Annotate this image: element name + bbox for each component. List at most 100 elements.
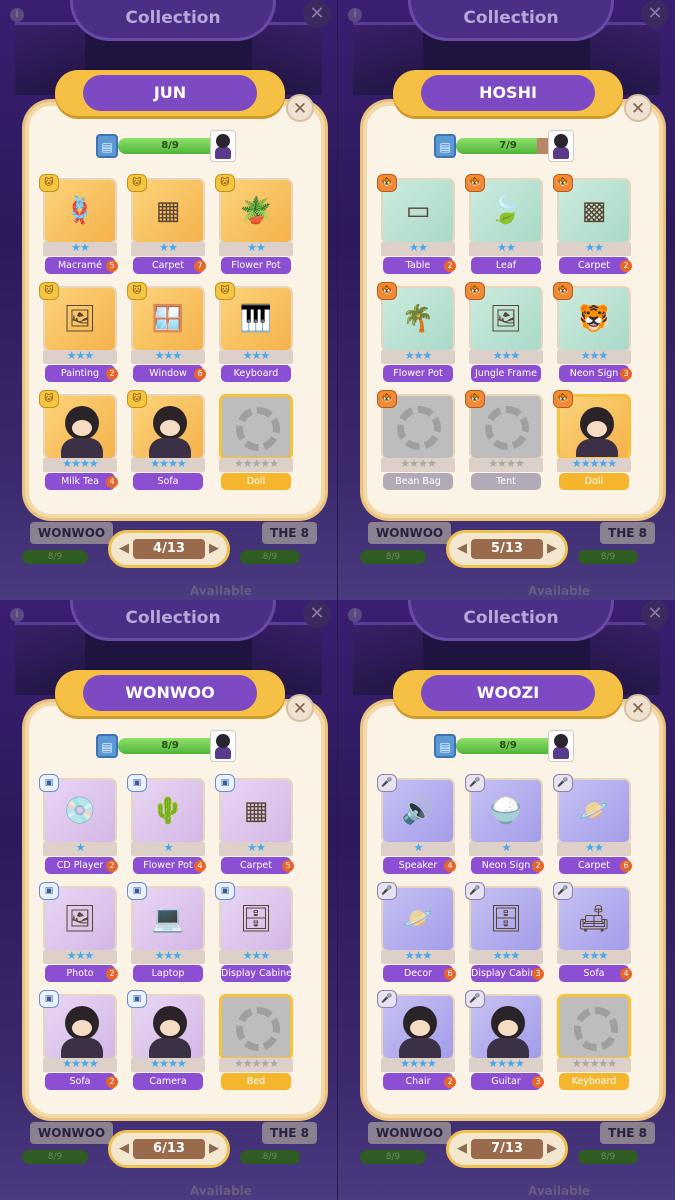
previous-arrow-icon[interactable]: ◀: [119, 541, 129, 556]
bg-member-name: THE 8: [262, 1122, 317, 1144]
collection-item-card[interactable]: ▩ 🐯 ★★ Carpet 2: [553, 174, 632, 276]
collection-item-card[interactable]: 🪴 🐱 ★★ Flower Pot: [215, 174, 293, 276]
progress-text: 8/9: [499, 740, 517, 751]
bg-progress: 8/9: [240, 550, 300, 564]
close-icon[interactable]: ✕: [624, 694, 652, 722]
item-art-icon: 🖼: [489, 304, 523, 334]
next-arrow-icon[interactable]: ▶: [209, 1141, 219, 1156]
collection-item-card[interactable]: 🐱 ★★★★ Milk Tea 4: [39, 390, 118, 492]
collection-book-icon: ▤: [434, 134, 456, 158]
progress-text: 8/9: [161, 740, 179, 751]
collection-progress: ▤ 7/9: [434, 130, 584, 162]
phone-icon: ▣: [127, 774, 147, 792]
member-avatar: [210, 730, 236, 762]
collection-item-card[interactable]: 🖼 🐱 ★★★ Painting 2: [39, 282, 118, 384]
collection-item-card[interactable]: ★★★★★ Bed: [219, 994, 293, 1092]
collection-item-card[interactable]: 🎹 🐱 ★★★ Keyboard: [215, 282, 293, 384]
close-icon[interactable]: ✕: [641, 600, 669, 628]
page-navigator: ◀ 5/13 ▶: [446, 530, 568, 568]
collection-item-card[interactable]: ★★★★★ Keyboard: [557, 994, 631, 1092]
locked-gear-icon: [236, 407, 280, 451]
item-label: Neon Sign: [471, 857, 541, 874]
item-art-icon: ▦: [155, 196, 181, 226]
collection-item-card[interactable]: 🐯 ★★★★ Tent: [465, 390, 543, 492]
next-arrow-icon[interactable]: ▶: [547, 1141, 557, 1156]
item-label: Keyboard: [559, 1073, 629, 1090]
collection-item-card[interactable]: 🐯 ★★★★ Bean Bag: [377, 390, 455, 492]
star-rating: ★★★★★: [571, 457, 617, 470]
collection-item-card[interactable]: 🐱 ★★★★ Sofa: [127, 390, 205, 492]
collection-item-card[interactable]: 🍚 🎤 ★ Neon Sign 2: [465, 774, 544, 876]
collection-item-card[interactable]: ▭ 🐯 ★★ Table 2: [377, 174, 456, 276]
collection-item-card[interactable]: ▦ ▣ ★★ Carpet 5: [215, 774, 294, 876]
item-label: Carpet: [559, 857, 629, 874]
microphone-icon: 🎤: [465, 990, 485, 1008]
previous-arrow-icon[interactable]: ◀: [119, 1141, 129, 1156]
item-label: Speaker: [383, 857, 453, 874]
collection-item-card[interactable]: 🪐 🎤 ★★★ Decor 6: [377, 882, 456, 984]
item-art-icon: 🪢: [63, 196, 97, 226]
previous-arrow-icon[interactable]: ◀: [457, 541, 467, 556]
cat-icon: 🐱: [39, 282, 59, 300]
collection-item-card[interactable]: 🪢 🐱 ★★ Macramé 5: [39, 174, 118, 276]
collection-item-card[interactable]: 🔊 🎤 ★ Speaker 4: [377, 774, 456, 876]
bg-member-name: THE 8: [600, 1122, 655, 1144]
progress-text: 8/9: [161, 140, 179, 151]
info-icon[interactable]: i: [348, 608, 362, 622]
collection-item-card[interactable]: 🌵 ▣ ★ Flower Pot 4: [127, 774, 206, 876]
close-icon[interactable]: ✕: [286, 694, 314, 722]
item-art-icon: 🔊: [401, 796, 435, 826]
info-icon[interactable]: i: [10, 8, 24, 22]
item-count-badge: 6: [194, 368, 206, 380]
member-figure-icon: [153, 406, 187, 440]
star-rating: ★★★★: [150, 457, 186, 470]
collection-book-icon: ▤: [96, 134, 118, 158]
bg-progress: 8/9: [22, 550, 88, 564]
collection-item-card[interactable]: 🐯 🐯 ★★★ Neon Sign 3: [553, 282, 632, 384]
collection-item-card[interactable]: ★★★★★ Doll: [219, 394, 293, 492]
close-icon[interactable]: ✕: [303, 0, 331, 28]
collection-item-card[interactable]: ▣ ★★★★ Camera: [127, 990, 205, 1092]
collection-item-card[interactable]: 🖼 🐯 ★★★ Jungle Frame: [465, 282, 543, 384]
close-icon[interactable]: ✕: [624, 94, 652, 122]
info-icon[interactable]: i: [10, 608, 24, 622]
item-art-icon: ▭: [405, 196, 431, 226]
collection-item-card[interactable]: 🪐 🎤 ★★ Carpet 6: [553, 774, 632, 876]
item-count-badge: 2: [106, 368, 118, 380]
tiger-icon: 🐯: [465, 390, 485, 408]
previous-arrow-icon[interactable]: ◀: [457, 1141, 467, 1156]
collection-item-card[interactable]: 🍃 🐯 ★★ Leaf: [465, 174, 543, 276]
collection-item-card[interactable]: 🌴 🐯 ★★★ Flower Pot: [377, 282, 455, 384]
microphone-icon: 🎤: [377, 882, 397, 900]
next-arrow-icon[interactable]: ▶: [547, 541, 557, 556]
phone-icon: ▣: [215, 882, 235, 900]
cat-icon: 🐱: [127, 174, 147, 192]
next-arrow-icon[interactable]: ▶: [209, 541, 219, 556]
item-label: Decor: [383, 965, 453, 982]
collection-item-card[interactable]: ▦ 🐱 ★★ Carpet 7: [127, 174, 206, 276]
collection-item-card[interactable]: 🎤 ★★★★ Guitar 3: [465, 990, 544, 1092]
member-name: WOOZI: [421, 675, 595, 711]
collection-item-card[interactable]: 🐯 ★★★★★ Doll: [553, 390, 631, 492]
collection-item-card[interactable]: 🛋 🎤 ★★★ Sofa 4: [553, 882, 632, 984]
collection-item-card[interactable]: 💻 ▣ ★★★ Laptop: [127, 882, 205, 984]
bg-member-name: WONWOO: [30, 1122, 114, 1144]
item-count-badge: 6: [620, 860, 632, 872]
collection-item-card[interactable]: ▣ ★★★★ Sofa 2: [39, 990, 118, 1092]
close-icon[interactable]: ✕: [641, 0, 669, 28]
collection-item-card[interactable]: 🪟 🐱 ★★★ Window 6: [127, 282, 206, 384]
bg-available-label: Available: [190, 584, 252, 598]
close-icon[interactable]: ✕: [303, 600, 331, 628]
info-icon[interactable]: i: [348, 8, 362, 22]
collection-item-card[interactable]: 🗄 ▣ ★★★ Display Cabinet: [215, 882, 293, 984]
item-label: Flower Pot: [221, 257, 291, 274]
item-count-badge: 5: [282, 860, 294, 872]
collection-item-card[interactable]: 🖼 ▣ ★★★ Photo 2: [39, 882, 118, 984]
close-icon[interactable]: ✕: [286, 94, 314, 122]
collection-item-card[interactable]: 🗄 🎤 ★★★ Display Cabinet 3: [465, 882, 544, 984]
collection-item-card[interactable]: 💿 ▣ ★ CD Player 2: [39, 774, 118, 876]
collection-item-card[interactable]: 🎤 ★★★★ Chair 2: [377, 990, 456, 1092]
bg-progress: 8/9: [360, 550, 426, 564]
star-rating: ★★★★: [62, 1057, 98, 1070]
item-label: Bed: [221, 1073, 291, 1090]
